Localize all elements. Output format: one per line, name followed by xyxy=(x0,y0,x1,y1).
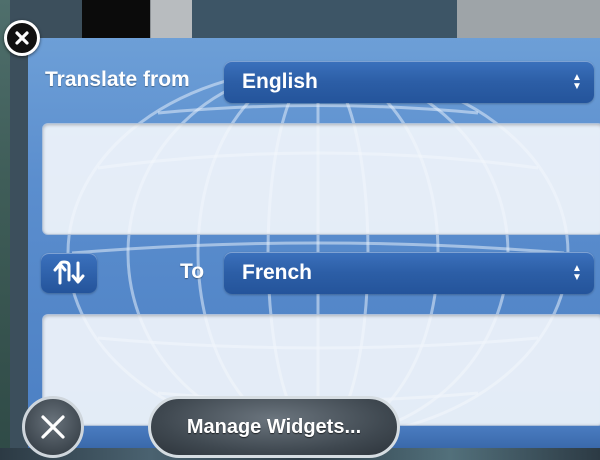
desktop-window-fragment xyxy=(150,0,193,40)
close-icon xyxy=(41,415,65,439)
manage-widgets-label: Manage Widgets... xyxy=(186,415,362,438)
manage-widgets-button[interactable]: Manage Widgets... xyxy=(148,396,400,458)
to-language-select[interactable]: French ▲ ▼ xyxy=(224,252,594,294)
up-down-arrows-icon: ▲ ▼ xyxy=(572,72,582,92)
desktop-window-fragment xyxy=(192,0,457,40)
from-language-value: English xyxy=(242,70,318,93)
up-down-arrows-icon: ▲ ▼ xyxy=(572,263,582,283)
close-icon xyxy=(15,31,29,45)
desktop-window-fragment xyxy=(457,0,600,40)
to-label: To xyxy=(180,260,205,283)
to-language-value: French xyxy=(242,261,313,284)
source-text-input[interactable] xyxy=(42,123,600,235)
translate-from-label: Translate from xyxy=(45,68,190,91)
swap-direction-icon xyxy=(53,260,85,285)
swap-languages-button[interactable] xyxy=(41,253,97,293)
desktop-background-left xyxy=(0,0,10,460)
translation-widget: Translate from English ▲ ▼ To French ▲ ▼ xyxy=(28,38,600,448)
close-widget-button[interactable] xyxy=(4,20,40,56)
from-language-select[interactable]: English ▲ ▼ xyxy=(224,61,594,103)
dashboard-close-button[interactable] xyxy=(22,396,84,458)
desktop-window-fragment xyxy=(82,0,150,40)
